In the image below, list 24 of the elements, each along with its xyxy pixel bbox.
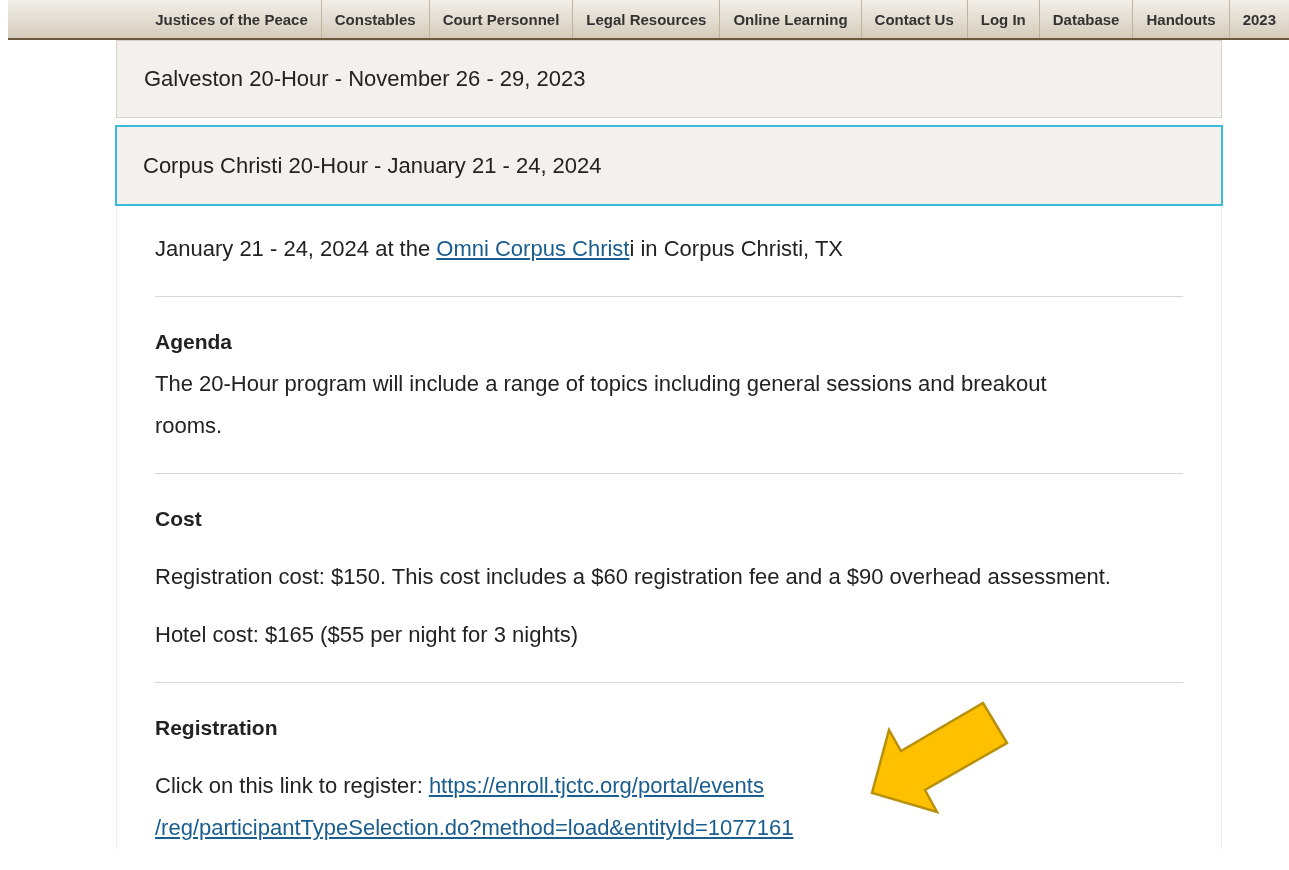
registration-link[interactable]: https://enroll.tjctc.org/portal/events <box>428 773 764 798</box>
nav-link[interactable]: Legal Resources <box>572 0 720 38</box>
nav-link[interactable]: Contact Us <box>860 0 967 38</box>
venue-link[interactable]: Omni Corpus Christ <box>436 236 630 261</box>
paragraph: Click on this link to register: https://enroll.tjctc.org/portal/events /reg/participantTypeSelection.do?method=load&entityId=1077161 <box>155 772 794 842</box>
nav-link[interactable]: Online Learning <box>719 0 861 38</box>
section-heading: Cost <box>155 506 203 532</box>
nav-link[interactable]: Justices of the Peace <box>142 0 321 38</box>
nav-link[interactable]: Court Personnel <box>428 0 573 38</box>
location-text: January 21 - 24, 2024 at the Omni Corpus Christi in Corpus Christi, TX <box>155 235 843 263</box>
nav-link[interactable]: Log In <box>966 0 1039 38</box>
nav-link[interactable]: 2023 <box>1228 0 1289 38</box>
section-heading: Agenda <box>155 329 233 355</box>
section-heading: Registration <box>155 715 279 741</box>
nav-link[interactable]: Constables <box>320 0 429 38</box>
registration-link[interactable]: /reg/participantTypeSelection.do?method=load&entityId=1077161 <box>155 815 794 840</box>
paragraph: The 20-Hour program will include a range of topics including general sessions and breakout rooms. <box>155 370 1048 440</box>
paragraph: Registration cost: $150. This cost includes a $60 registration fee and a $90 overhead assessment. <box>155 563 1111 591</box>
accordion-header[interactable]: Galveston 20-Hour - November 26 - 29, 2023 <box>116 40 1222 118</box>
paragraph: Hotel cost: $165 ($55 per night for 3 nights) <box>155 621 579 649</box>
nav-link[interactable]: Database <box>1038 0 1133 38</box>
accordion-header[interactable]: Corpus Christi 20-Hour - January 21 - 24, 2024 <box>115 125 1223 206</box>
nav-link[interactable]: Handouts <box>1132 0 1229 38</box>
arrow-icon <box>870 701 1009 815</box>
